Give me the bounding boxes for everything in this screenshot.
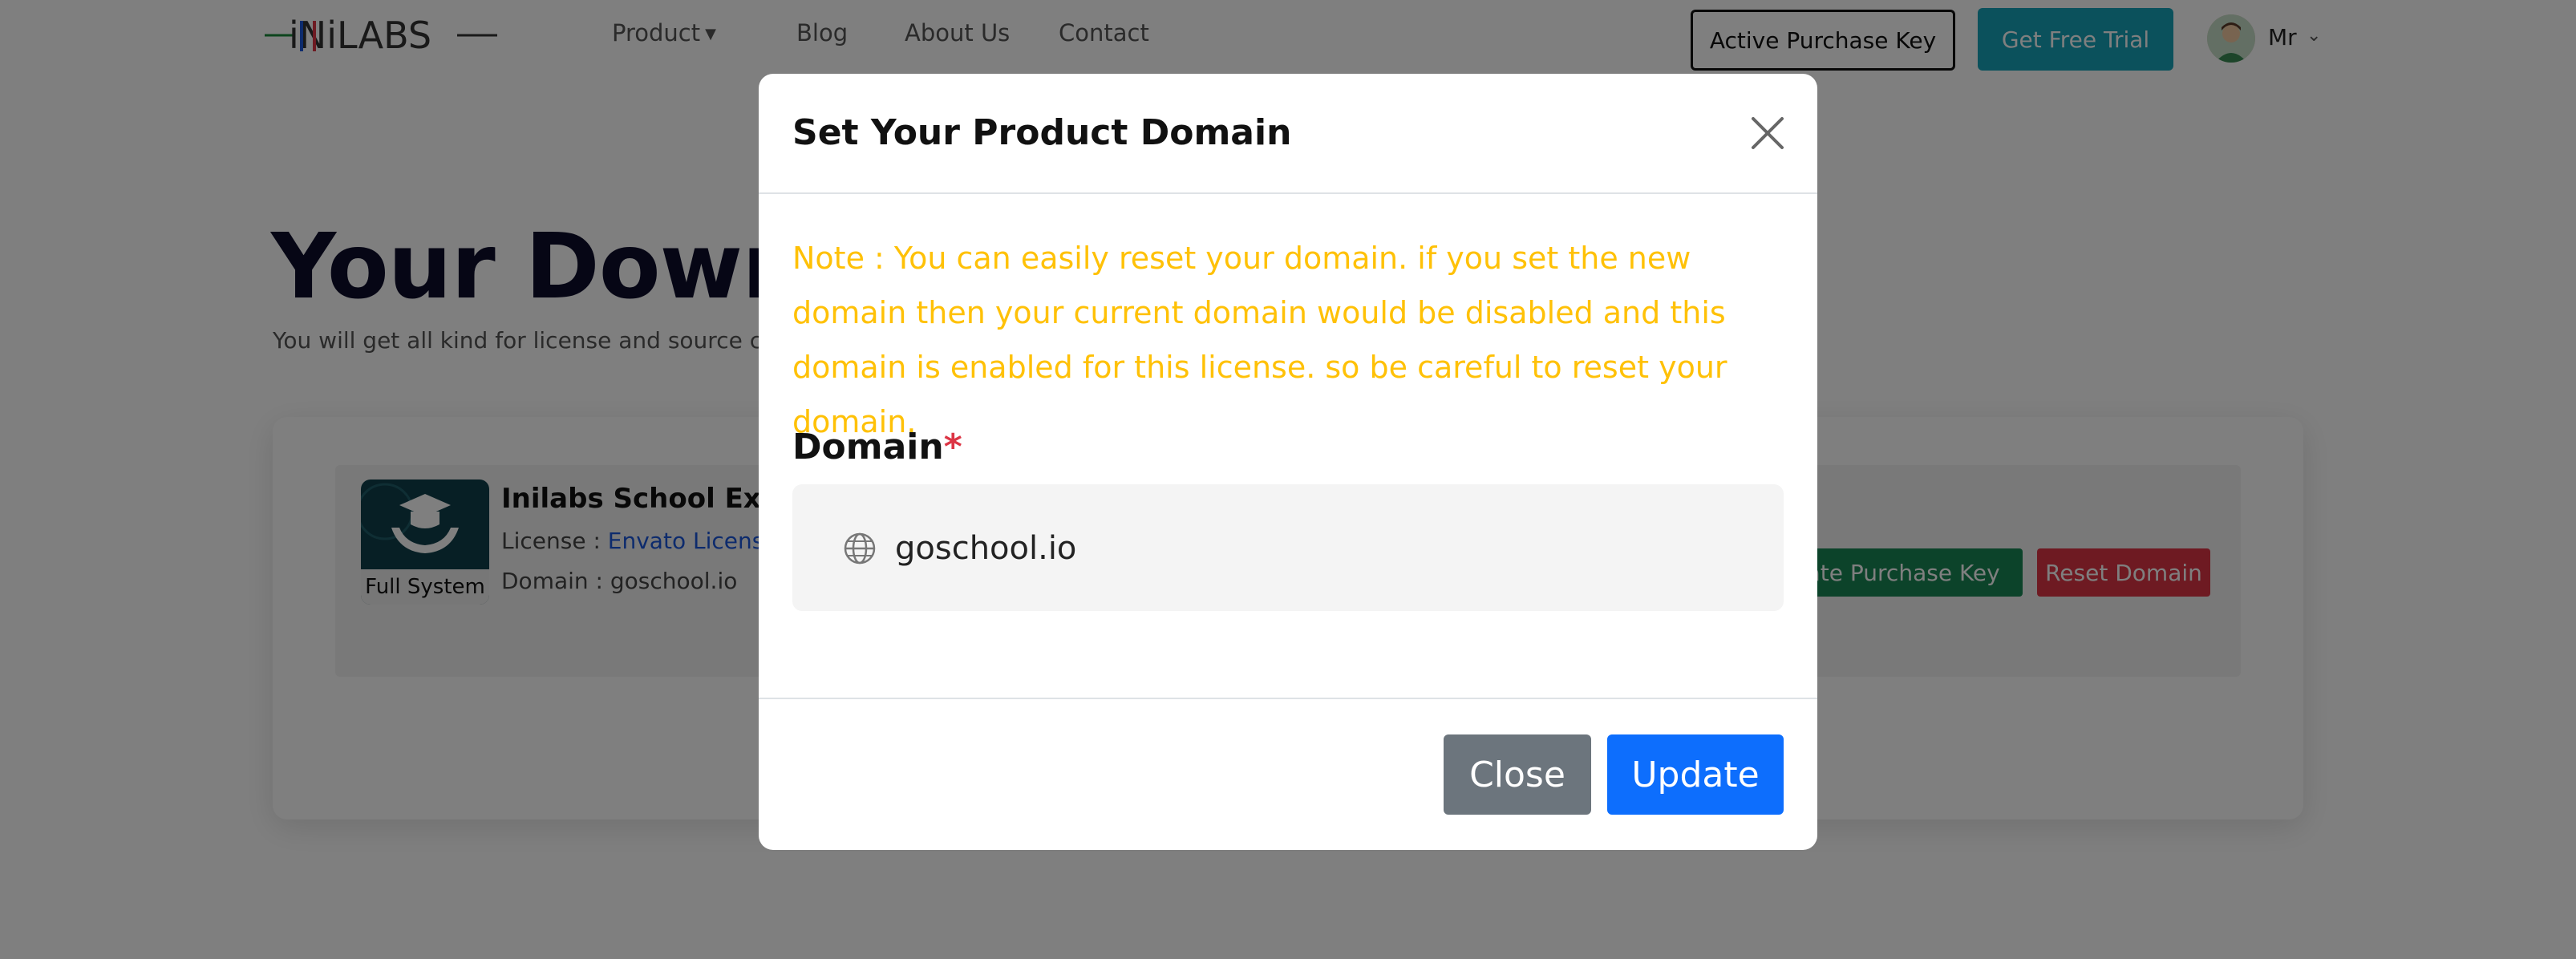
set-domain-modal: Set Your Product Domain Note : You can e… xyxy=(759,74,1817,850)
domain-reset-note: Note : You can easily reset your domain.… xyxy=(792,241,1727,439)
close-icon[interactable] xyxy=(1747,112,1788,154)
required-marker: * xyxy=(943,427,962,467)
modal-title: Set Your Product Domain xyxy=(792,112,1292,153)
modal-header: Set Your Product Domain xyxy=(759,74,1817,194)
globe-icon xyxy=(844,532,876,564)
update-button[interactable]: Update xyxy=(1607,734,1784,815)
close-button[interactable]: Close xyxy=(1444,734,1591,815)
modal-footer: Close Update xyxy=(759,698,1817,850)
domain-field[interactable] xyxy=(792,484,1784,611)
domain-label: Domain* xyxy=(792,427,962,467)
domain-label-text: Domain xyxy=(792,427,944,467)
domain-input[interactable] xyxy=(895,516,1761,581)
